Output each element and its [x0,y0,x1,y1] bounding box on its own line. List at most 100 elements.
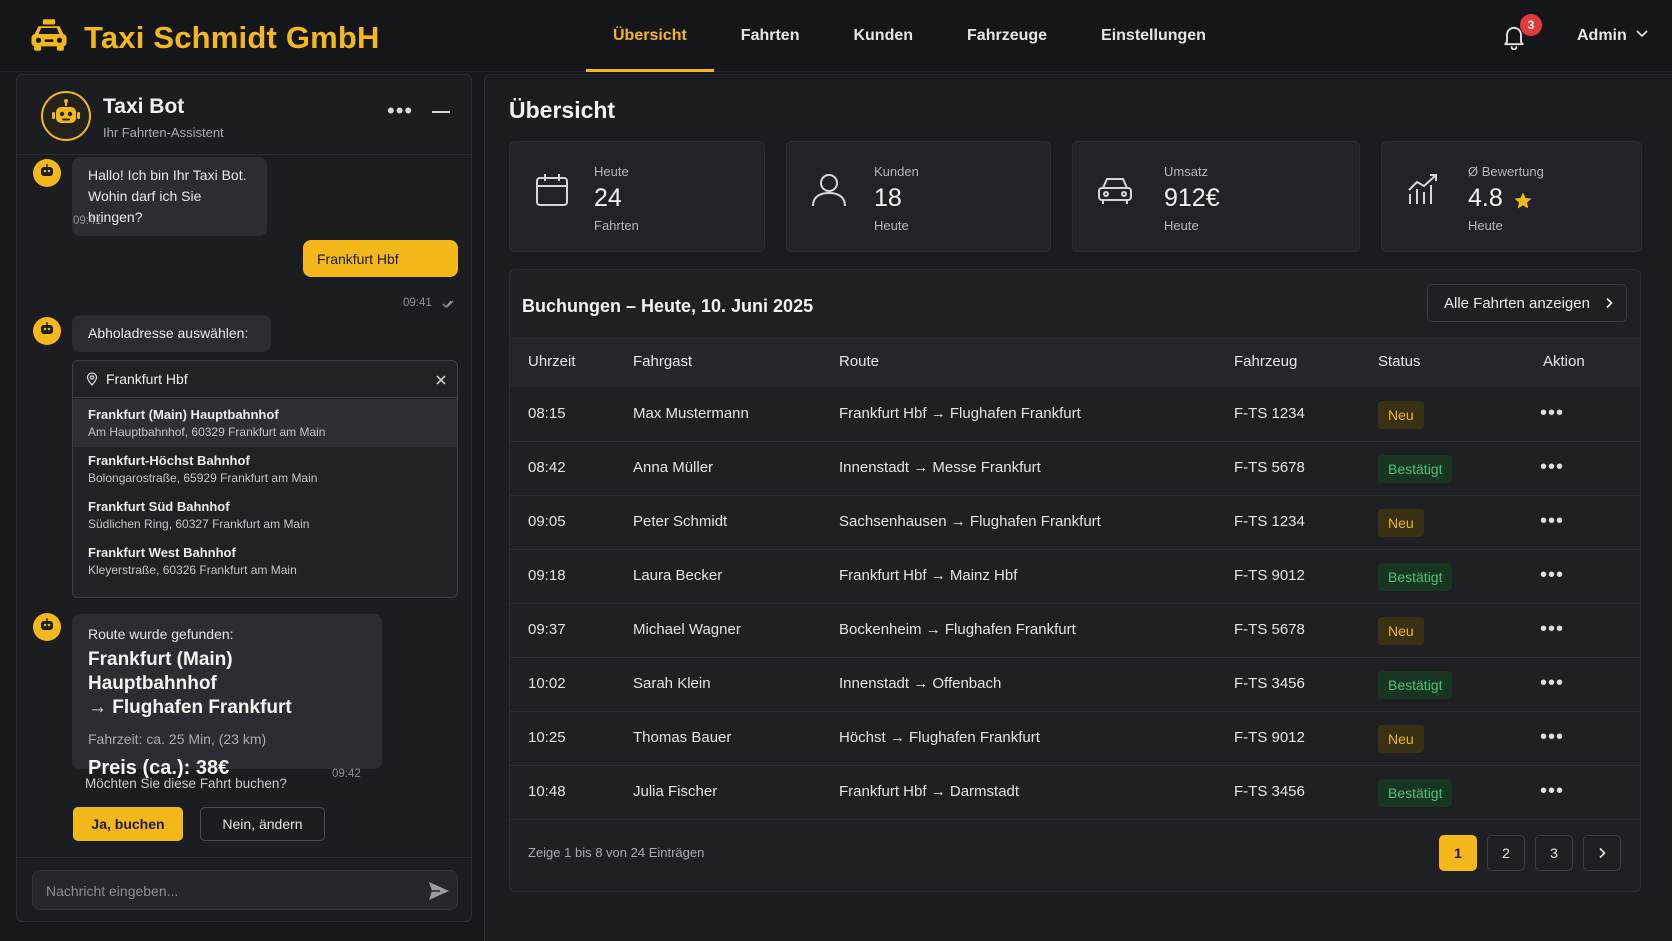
column-header[interactable]: Fahrgast [633,353,692,370]
cell-route: Frankfurt Hbf → Mainz Hbf [839,567,1018,584]
minimize-icon[interactable] [432,111,450,113]
table-row[interactable]: 09:05 Peter Schmidt Sachsenhausen → Flugha… [510,496,1640,550]
column-header[interactable]: Status [1378,353,1421,370]
next-page-button[interactable] [1583,835,1621,871]
column-header[interactable]: Fahrzeug [1234,353,1297,370]
calendar-icon [532,170,572,210]
route-to: → Flughafen Frankfurt [88,697,292,718]
kpi-card-rating: Ø Bewertung 4.8 Heute [1381,141,1642,252]
chat-panel: Taxi Bot Ihr Fahrten-Assistent ••• Hallo… [16,74,472,922]
change-booking-button[interactable]: Nein, ändern [200,807,325,841]
table-row[interactable]: 10:25 Thomas Bauer Höchst → Flughafen Fran… [510,712,1640,766]
nav-item-einstellungen[interactable]: Einstellungen [1074,0,1233,72]
view-all-label: Alle Fahrten anzeigen [1444,294,1590,312]
user-menu[interactable]: Admin [1577,26,1649,45]
location-pin-icon [85,372,99,386]
page-button[interactable]: 1 [1439,835,1477,871]
table-row[interactable]: 08:15 Max Mustermann Frankfurt Hbf → Flugh… [510,388,1640,442]
page-button[interactable]: 3 [1535,835,1573,871]
cell-guest: Sarah Klein [633,675,711,692]
table-row[interactable]: 09:37 Michael Wagner Bockenheim → Flughafe… [510,604,1640,658]
row-actions-icon[interactable]: ••• [1540,780,1570,804]
confirm-booking-button[interactable]: Ja, buchen [73,807,183,841]
row-actions-icon[interactable]: ••• [1540,726,1570,750]
address-option[interactable]: Frankfurt Süd Bahnhof Südlichen Ring, 60… [73,491,457,539]
chat-title: Taxi Bot [103,95,185,118]
kpi-label: Heute [594,164,629,179]
robot-icon [50,98,82,135]
star-icon [1513,189,1533,209]
cell-route: Innenstadt → Offenbach [839,675,1002,692]
address-search-field [73,361,457,398]
kpi-card-trips: Heute 24 Fahrten [509,141,765,252]
bookings-card: Buchungen – Heute, 10. Juni 2025 Alle Fa… [509,269,1641,892]
route-card: Route wurde gefunden: Frankfurt (Main) H… [72,614,382,779]
more-options-icon[interactable]: ••• [387,100,413,122]
view-all-trips-button[interactable]: Alle Fahrten anzeigen [1427,284,1627,322]
cell-time: 09:37 [528,621,566,638]
kpi-value: 912€ [1164,184,1220,212]
table-row[interactable]: 08:42 Anna Müller Innenstadt → Messe Frank… [510,442,1640,496]
send-icon[interactable] [428,881,450,901]
nav-item-fahrten[interactable]: Fahrten [714,0,827,72]
address-search-dropdown: Frankfurt (Main) Hauptbahnhof Am Hauptba… [72,360,458,598]
address-option-title: Frankfurt West Bahnhof [88,545,236,560]
nav-item-uebersicht[interactable]: Übersicht [586,0,714,72]
cell-vehicle: F-TS 5678 [1234,621,1305,638]
brand[interactable]: Taxi Schmidt GmbH [28,14,380,61]
kpi-sub: Heute [874,218,909,233]
address-option[interactable]: Frankfurt West Bahnhof Kleyerstraße, 603… [73,537,457,585]
page-button[interactable]: 2 [1487,835,1525,871]
cell-time: 10:25 [528,729,566,746]
clear-icon[interactable] [435,373,447,385]
taxi-logo-icon [28,14,70,61]
message-timestamp: 09:42 [332,768,361,780]
address-option[interactable]: Frankfurt-Höchst Bahnhof Bolongarostraße… [73,445,457,493]
cell-guest: Julia Fischer [633,783,718,800]
car-icon [1095,170,1135,210]
bookings-title: Buchungen – Heute, 10. Juni 2025 [522,296,814,316]
table-row[interactable]: 10:02 Sarah Klein Innenstadt → Offenbach F-… [510,658,1640,712]
cell-vehicle: F-TS 3456 [1234,675,1305,692]
message-input[interactable] [46,880,386,902]
kpi-sub: Heute [1468,218,1503,233]
chat-subtitle: Ihr Fahrten-Assistent [103,125,224,140]
robot-icon [38,162,56,185]
nav-item-kunden[interactable]: Kunden [826,0,940,72]
table-row[interactable]: 10:48 Julia Fischer Frankfurt Hbf → Darmst… [510,766,1640,820]
bot-mini-avatar [33,613,61,641]
cell-time: 08:15 [528,405,566,422]
cell-guest: Laura Becker [633,567,723,584]
cell-vehicle: F-TS 1234 [1234,513,1305,530]
bot-mini-avatar [33,317,61,345]
notifications-button[interactable]: 3 [1500,14,1542,54]
bot-mini-avatar [33,159,61,187]
route-duration: Fahrzeit: ca. 25 Min, (23 km) [88,731,267,747]
cell-route: Höchst → Flughafen Frankfurt [839,729,1040,746]
row-actions-icon[interactable]: ••• [1540,510,1570,534]
column-header[interactable]: Route [839,353,879,370]
cell-time: 10:48 [528,783,566,800]
address-option-title: Frankfurt-Höchst Bahnhof [88,453,250,468]
brand-name: Taxi Schmidt GmbH [84,19,380,55]
row-actions-icon[interactable]: ••• [1540,672,1570,696]
column-header[interactable]: Uhrzeit [528,353,576,370]
address-option[interactable]: Frankfurt (Main) Hauptbahnhof Am Hauptba… [73,399,457,447]
main-nav: Übersicht Fahrten Kunden Fahrzeuge Einst… [586,0,1233,72]
row-actions-icon[interactable]: ••• [1540,456,1570,480]
table-row[interactable]: 09:18 Laura Becker Frankfurt Hbf → Mainz H… [510,550,1640,604]
kpi-sub: Heute [1164,218,1199,233]
message-field [32,870,458,910]
chevron-right-icon [1606,297,1613,309]
message-timestamp: 09:41 [73,215,102,227]
nav-item-fahrzeuge[interactable]: Fahrzeuge [940,0,1074,72]
cell-vehicle: F-TS 9012 [1234,729,1305,746]
row-actions-icon[interactable]: ••• [1540,564,1570,588]
bot-avatar [41,91,91,141]
address-search-input[interactable] [106,368,406,390]
row-actions-icon[interactable]: ••• [1540,402,1570,426]
cell-guest: Anna Müller [633,459,714,476]
row-actions-icon[interactable]: ••• [1540,618,1570,642]
booking-question: Möchten Sie diese Fahrt buchen? [85,776,287,791]
cell-vehicle: F-TS 3456 [1234,783,1305,800]
